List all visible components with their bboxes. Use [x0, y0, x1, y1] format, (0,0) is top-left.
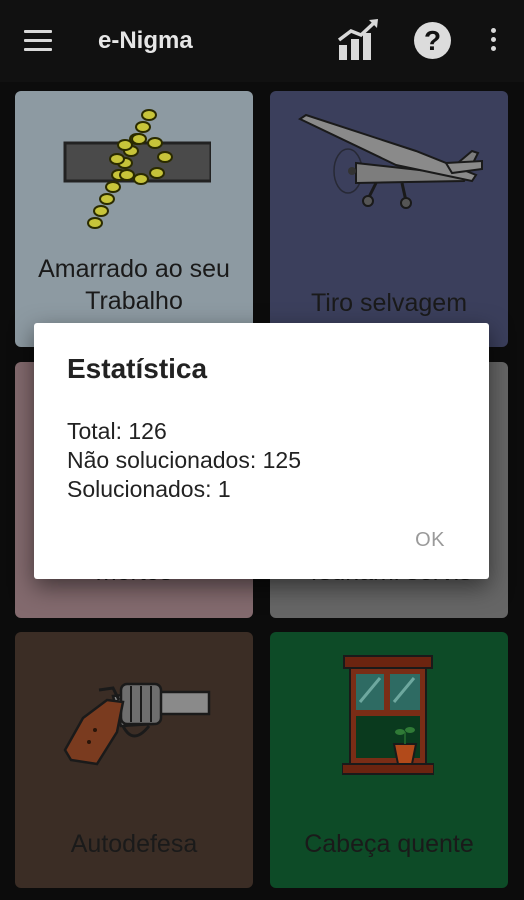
stat-total: Total: 126 — [67, 418, 167, 444]
ok-button[interactable]: OK — [415, 529, 445, 552]
statistics-dialog: Estatística Total: 126 Não solucionados:… — [34, 323, 489, 579]
dialog-title: Estatística — [67, 353, 208, 384]
stat-unsolved: Não solucionados: 125 — [67, 447, 301, 473]
stat-solved: Solucionados: 1 — [67, 476, 231, 502]
